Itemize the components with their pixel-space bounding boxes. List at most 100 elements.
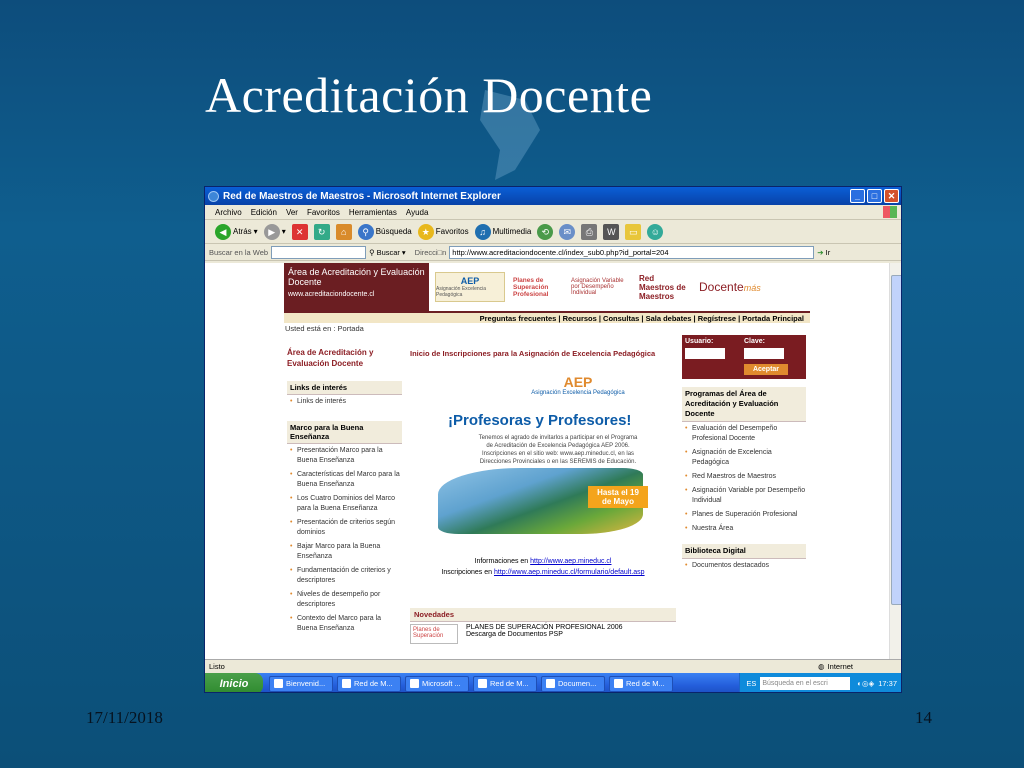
media-button[interactable]: ♫ Multimedia: [474, 223, 531, 240]
folder-button[interactable]: ▭: [625, 223, 642, 240]
taskbar-item[interactable]: Red de M...: [337, 675, 401, 692]
start-button[interactable]: Inicio: [205, 673, 263, 692]
list-item[interactable]: Los Cuatro Dominios del Marco para la Bu…: [287, 492, 402, 516]
list-item[interactable]: Red Maestros de Maestros: [682, 470, 806, 484]
site-nav-links[interactable]: Preguntas frecuentes | Recursos | Consul…: [284, 311, 810, 323]
window-icon: [342, 679, 351, 688]
window-title: Red de Maestros de Maestros - Microsoft …: [223, 190, 501, 202]
tray-icons[interactable]: ◐◎◈: [857, 679, 874, 688]
menu-favoritos[interactable]: Favoritos: [307, 208, 340, 217]
print-button[interactable]: ⎙: [581, 223, 598, 240]
back-button[interactable]: ◀ Atrás ▾: [215, 223, 258, 240]
search-small-icon: ⚲: [369, 247, 375, 257]
list-item[interactable]: Links de interés: [287, 395, 402, 409]
list-item[interactable]: Presentación Marco para la Buena Enseñan…: [287, 444, 402, 468]
info-link[interactable]: http://www.aep.mineduc.cl: [530, 558, 611, 565]
language-indicator[interactable]: ES: [746, 679, 756, 688]
docente-mas-logo[interactable]: Docentemás: [699, 280, 761, 294]
poster-text: Tenemos el agrado de invitarlos a partic…: [478, 435, 638, 465]
close-button[interactable]: ✕: [884, 189, 899, 203]
taskbar: Inicio Bienvenid... Red de M... Microsof…: [205, 673, 901, 692]
stop-icon: ✕: [291, 223, 308, 240]
login-box: Usuario: Clave: Aceptar: [682, 335, 806, 379]
maximize-button[interactable]: □: [867, 189, 882, 203]
inscription-link[interactable]: http://www.aep.mineduc.cl/formulario/def…: [494, 569, 645, 576]
menu-ayuda[interactable]: Ayuda: [406, 208, 429, 217]
web-search-input[interactable]: [271, 245, 367, 259]
novedad-item[interactable]: Planes de Superación PLANES DE SUPERACIÓ…: [410, 624, 676, 644]
list-item[interactable]: Asignación Variable por Desempeño Indivi…: [682, 484, 806, 508]
web-search-button[interactable]: ⚲ Buscar ▾: [369, 248, 406, 257]
search-web-label: Buscar en la Web: [209, 247, 269, 257]
forward-button[interactable]: ▶ ▾: [263, 223, 286, 240]
window-titlebar: Red de Maestros de Maestros - Microsoft …: [205, 187, 901, 205]
stop-button[interactable]: ✕: [291, 223, 308, 240]
taskbar-item[interactable]: Bienvenid...: [269, 675, 333, 692]
library-title: Biblioteca Digital: [682, 544, 806, 559]
list-item[interactable]: Características del Marco para la Buena …: [287, 468, 402, 492]
list-item[interactable]: Bajar Marco para la Buena Enseñanza: [287, 540, 402, 564]
left-column: Área de Acreditación y Evaluación Docent…: [284, 335, 402, 644]
minimize-button[interactable]: _: [850, 189, 865, 203]
media-icon: ♫: [474, 223, 491, 240]
aep-poster[interactable]: AEP Asignación Excelencia Pedagógica ¡Pro…: [438, 368, 648, 548]
poster-aep-logo: AEP Asignación Excelencia Pedagógica: [531, 374, 625, 396]
asignacion-variable-logo[interactable]: Asignación Variable por Desempeño Indivi…: [571, 278, 631, 296]
list-item[interactable]: Planes de Superación Profesional: [682, 508, 806, 522]
home-button[interactable]: ⌂: [335, 223, 352, 240]
password-input[interactable]: [744, 348, 784, 359]
globe-icon: ◍: [818, 662, 825, 671]
list-item[interactable]: Fundamentación de criterios y descriptor…: [287, 564, 402, 588]
search-button[interactable]: ⚲ Búsqueda: [357, 223, 412, 240]
vertical-scrollbar[interactable]: [889, 263, 901, 659]
mail-button[interactable]: ✉: [559, 223, 576, 240]
windows-flag-icon: [883, 206, 897, 218]
address-row: Buscar en la Web ⚲ Buscar ▾ Direcci□n htt…: [205, 244, 901, 261]
edit-button[interactable]: W: [603, 223, 620, 240]
red-maestros-logo[interactable]: Red Maestros de Maestros: [639, 274, 691, 301]
planes-logo[interactable]: Planes de Superación Profesional: [513, 277, 563, 298]
taskbar-item[interactable]: Red de M...: [609, 675, 673, 692]
forward-arrow-icon: ▶: [263, 223, 280, 240]
list-item[interactable]: Documentos destacados: [682, 559, 806, 573]
taskbar-item[interactable]: Red de M...: [473, 675, 537, 692]
novedades-title: Novedades: [410, 608, 676, 622]
list-item[interactable]: Asignación de Excelencia Pedagógica: [682, 446, 806, 470]
messenger-button[interactable]: ☺: [647, 223, 664, 240]
window-icon: [478, 679, 487, 688]
left-heading: Área de Acreditación y Evaluación Docent…: [287, 348, 374, 368]
ie-logo-icon: [208, 190, 219, 202]
go-button[interactable]: ➔ Ir: [817, 248, 830, 257]
user-input[interactable]: [685, 348, 725, 359]
mail-icon: ✉: [559, 223, 576, 240]
slide-date: 17/11/2018: [86, 708, 163, 727]
desktop-search-input[interactable]: Búsqueda en el escri: [760, 677, 851, 690]
list-item[interactable]: Evaluación del Desempeño Profesional Doc…: [682, 422, 806, 446]
menu-edicion[interactable]: Edición: [251, 208, 277, 217]
accept-button[interactable]: Aceptar: [744, 364, 788, 375]
list-item[interactable]: Presentación de criterios según dominios: [287, 516, 402, 540]
search-icon: ⚲: [357, 223, 374, 240]
refresh-button[interactable]: ↻: [313, 223, 330, 240]
scrollbar-thumb[interactable]: [891, 275, 901, 605]
taskbar-item[interactable]: Documen...: [541, 675, 605, 692]
menu-ver[interactable]: Ver: [286, 208, 298, 217]
menu-archivo[interactable]: Archivo: [215, 208, 242, 217]
slide-number: 14: [915, 708, 932, 727]
list-item[interactable]: Niveles de desempeño por descriptores: [287, 588, 402, 612]
aep-logo[interactable]: AEP Asignación Excelencia Pedagógica: [435, 272, 505, 302]
history-icon: ⟲: [537, 223, 554, 240]
list-item[interactable]: Nuestra Área: [682, 522, 806, 536]
menu-herramientas[interactable]: Herramientas: [349, 208, 397, 217]
favorites-button[interactable]: ★ Favoritos: [417, 223, 469, 240]
list-item[interactable]: Contexto del Marco para la Buena Enseñan…: [287, 612, 402, 636]
messenger-icon: ☺: [647, 223, 664, 240]
window-icon: [614, 679, 623, 688]
history-button[interactable]: ⟲: [537, 223, 554, 240]
taskbar-item[interactable]: Microsoft ...: [405, 675, 469, 692]
browser-screenshot: Red de Maestros de Maestros - Microsoft …: [204, 186, 902, 693]
zone-text: Internet: [827, 662, 853, 671]
address-input[interactable]: http://www.acreditaciondocente.cl/index_…: [449, 245, 815, 259]
center-heading: Inicio de Inscripciones para la Asignaci…: [410, 349, 656, 358]
folder-icon: ▭: [625, 223, 642, 240]
